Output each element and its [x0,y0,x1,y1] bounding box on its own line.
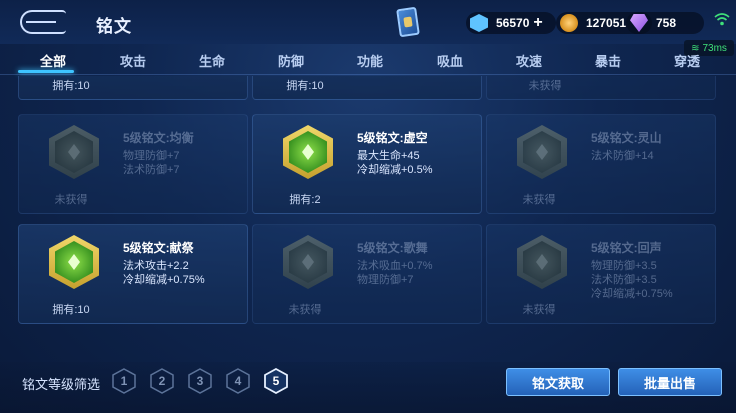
level-number: 3 [196,374,204,388]
rune-name: 5级铭文:献祭 [123,241,194,255]
level-filter-4[interactable]: 4 [226,368,250,394]
rune-emblem-icon [49,235,99,289]
rune-cell[interactable]: 拥有:10 [252,76,482,100]
tab-all[interactable]: 全部 [40,51,66,70]
owned-count: 未获得 [522,194,556,206]
back-arrow-icon[interactable] [20,10,66,34]
rune-stat: 法术防御+7 [123,164,180,176]
rune-cell[interactable]: 5级铭文:虚空 最大生命+45 冷却缩减+0.5% 拥有:2 [252,114,482,214]
top-bar: 铭文 56570 + 127051 758 [0,0,736,44]
obtain-rune-button[interactable]: 铭文获取 [506,368,610,396]
active-tab-indicator [18,70,74,73]
rune-stat: 冷却缩减+0.5% [357,164,433,176]
tab-lifesteal[interactable]: 吸血 [437,51,463,70]
rune-name: 5级铭文:均衡 [123,131,194,145]
gem-currency[interactable]: 56570 + [466,12,556,34]
owned-count: 拥有:10 [286,80,324,92]
rune-cell[interactable]: 5级铭文:献祭 法术攻击+2.2 冷却缩减+0.75% 拥有:10 [18,224,248,324]
level-filter-label: 铭文等级筛选 [22,377,101,392]
crystal-icon [630,14,648,32]
level-number: 4 [234,374,242,388]
bulk-sell-button[interactable]: 批量出售 [618,368,722,396]
rune-emblem-icon [283,235,333,289]
wifi-icon [714,13,730,26]
rune-cell[interactable]: 5级铭文:灵山 法术防御+14 未获得 [486,114,716,214]
level-number: 5 [272,374,280,388]
rune-cell[interactable]: 5级铭文:均衡 物理防御+7 法术防御+7 未获得 [18,114,248,214]
crystal-amount: 758 [656,16,677,30]
gem-amount: 56570 [496,16,530,30]
owned-count: 未获得 [54,194,88,206]
tab-attack[interactable]: 攻击 [120,51,146,70]
gold-amount: 127051 [586,16,627,30]
owned-count: 未获得 [288,304,322,316]
rune-cell[interactable]: 5级铭文:歌舞 法术吸血+0.7% 物理防御+7 未获得 [252,224,482,324]
owned-count: 未获得 [528,80,562,92]
rune-emblem-icon [517,235,567,289]
tab-critical[interactable]: 暴击 [595,51,621,70]
tab-penetration[interactable]: 穿透 [674,51,700,70]
tab-health[interactable]: 生命 [199,51,225,70]
level-number: 1 [120,374,128,388]
gold-coin-icon [560,14,578,32]
level-filter-3[interactable]: 3 [188,368,212,394]
category-tabs: 全部 攻击 生命 防御 功能 吸血 攻速 暴击 穿透 [0,46,736,74]
level-filter-2[interactable]: 2 [150,368,174,394]
rune-stat: 物理防御+7 [357,274,414,286]
rune-name: 5级铭文:灵山 [591,131,662,145]
rune-name: 5级铭文:回声 [591,241,662,255]
gem-icon [470,14,488,32]
rune-cell[interactable]: 拥有:10 [18,76,248,100]
crystal-currency: 758 [626,12,704,34]
tab-attack-speed[interactable]: 攻速 [516,51,542,70]
rune-emblem-icon [49,125,99,179]
owned-count: 拥有:2 [289,194,321,206]
rune-emblem-icon [283,125,333,179]
tab-utility[interactable]: 功能 [357,51,383,70]
tab-defense[interactable]: 防御 [278,51,304,70]
add-gems-plus-icon[interactable]: + [533,14,542,32]
level-filter-1[interactable]: 1 [112,368,136,394]
page-title: 铭文 [96,17,132,36]
rune-grid[interactable]: 拥有:10 拥有:10 未获得 5级铭文:均衡 物理防御+7 法术防御+7 未获… [0,76,736,358]
owned-count: 拥有:10 [52,80,90,92]
owned-count: 未获得 [522,304,556,316]
tabs-divider [0,74,736,75]
rune-stat: 冷却缩减+0.75% [123,274,205,286]
bottom-bar: 铭文等级筛选 1 2 3 4 5 铭文获取 批量出售 [0,362,736,413]
rune-emblem-icon [517,125,567,179]
rune-card-icon[interactable] [396,6,420,38]
rune-stat: 冷却缩减+0.75% [591,288,673,300]
rune-cell[interactable]: 未获得 [486,76,716,100]
level-filter-5[interactable]: 5 [264,368,288,394]
rune-stat: 法术防御+14 [591,150,654,162]
owned-count: 拥有:10 [52,304,90,316]
level-number: 2 [158,374,166,388]
rune-name: 5级铭文:虚空 [357,131,428,145]
rune-name: 5级铭文:歌舞 [357,241,428,255]
rune-cell[interactable]: 5级铭文:回声 物理防御+3.5 法术防御+3.5 冷却缩减+0.75% 未获得 [486,224,716,324]
